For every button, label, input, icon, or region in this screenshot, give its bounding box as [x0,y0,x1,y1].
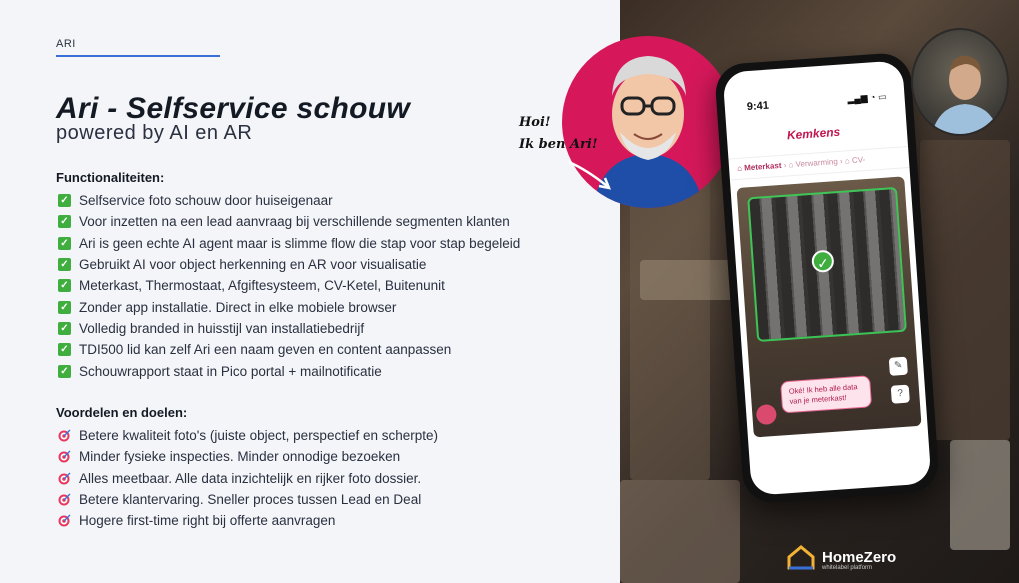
feature-item: ✓ Zonder app installatie. Direct in elke … [58,296,520,317]
phone-mockup: 9:41 ▂▄▆ ◔ ▭ Kemkens ⌂ Meterkast › ⌂ Ver… [713,51,941,505]
phone-time: 9:41 [746,99,770,114]
logo-tagline: whitelabel platform [822,565,873,571]
benefit-item: Minder fysieke inspecties. Minder onnodi… [58,446,438,467]
pencil-icon[interactable]: ✎ [888,356,908,376]
feature-item: ✓ Volledig branded in huisstijl van insta… [58,318,520,339]
help-icon[interactable]: ? [890,384,910,404]
benefits-heading: Voordelen en doelen: [56,405,188,420]
checkmark-icon: ✓ [58,258,71,272]
feature-item: ✓ Selfservice foto schouw door huiseigena… [58,190,520,211]
benefits-list: Betere kwaliteit foto's (juiste object, … [58,425,438,531]
feature-item: ✓ Meterkast, Thermostaat, Afgiftesysteem,… [58,275,520,296]
slide-title: Ari - Selfservice schouw [56,92,411,125]
features-heading: Functionaliteiten: [56,170,165,185]
content-panel: ARI Ari - Selfservice schouw powered by … [0,0,620,583]
section-tag: ARI [56,38,76,50]
camera-view: ✓ ✎ ? Oké! Ik heb alle data van je meter… [736,176,922,438]
brand-logo: Kemkens [786,124,841,143]
target-icon [58,429,71,442]
benefit-item: Alles meetbaar. Alle data inzichtelijk e… [58,468,438,489]
crumb-cv[interactable]: CV- [852,155,866,165]
shelf-blur [620,480,740,583]
checkmark-icon: ✓ [58,236,71,250]
benefit-item: Hogere first-time right bij offerte aanv… [58,510,438,531]
feature-item: ✓ Gebruikt AI voor object herkenning en A… [58,254,520,275]
target-icon [58,514,71,527]
feature-item: ✓ Voor inzetten na een lead aanvraag bij … [58,211,520,232]
arrow-icon [568,160,612,190]
presenter-video [911,28,1009,136]
slide-subtitle: powered by AI en AR [56,122,253,144]
checkmark-icon: ✓ [58,215,71,229]
breadcrumb: ⌂ Meterkast › ⌂ Verwarming › ⌂ CV- [728,146,910,181]
checkmark-icon: ✓ [58,343,71,357]
slide: ARI Ari - Selfservice schouw powered by … [0,0,1019,583]
chat-bubble: Oké! Ik heb alle data van je meterkast! [780,375,873,414]
shelf-blur [640,260,740,300]
house-icon [787,545,815,570]
features-list: ✓ Selfservice foto schouw door huiseigena… [58,190,520,382]
signal-icon: ▂▄▆ ◔ ▭ [847,91,887,105]
checkmark-icon: ✓ [58,321,71,335]
checkmark-icon: ✓ [58,279,71,293]
checkmark-icon: ✓ [58,194,71,208]
target-icon [58,472,71,485]
feature-item: ✓ Schouwrapport staat in Pico portal + ma… [58,360,520,381]
feature-item: ✓ TDI500 lid kan zelf Ari een naam geven … [58,339,520,360]
benefit-item: Betere klantervaring. Sneller proces tus… [58,489,438,510]
shelf-blur [950,440,1010,550]
section-underline [56,55,220,57]
feature-item: ✓ Ari is geen echte AI agent maar is slim… [58,233,520,254]
target-icon [58,450,71,463]
target-icon [58,493,71,506]
benefit-item: Betere kwaliteit foto's (juiste object, … [58,425,438,446]
phone-screen: 9:41 ▂▄▆ ◔ ▭ Kemkens ⌂ Meterkast › ⌂ Ver… [722,60,932,496]
checkmark-icon: ✓ [58,364,71,378]
ari-greeting: Hoi! Ik ben Ari! [519,115,598,152]
shelf-blur [920,140,1010,440]
crumb-meterkast[interactable]: Meterkast [744,161,782,173]
crumb-verwarming[interactable]: Verwarming [795,157,838,169]
ari-mini-avatar [755,403,778,426]
checkmark-icon: ✓ [58,300,71,314]
